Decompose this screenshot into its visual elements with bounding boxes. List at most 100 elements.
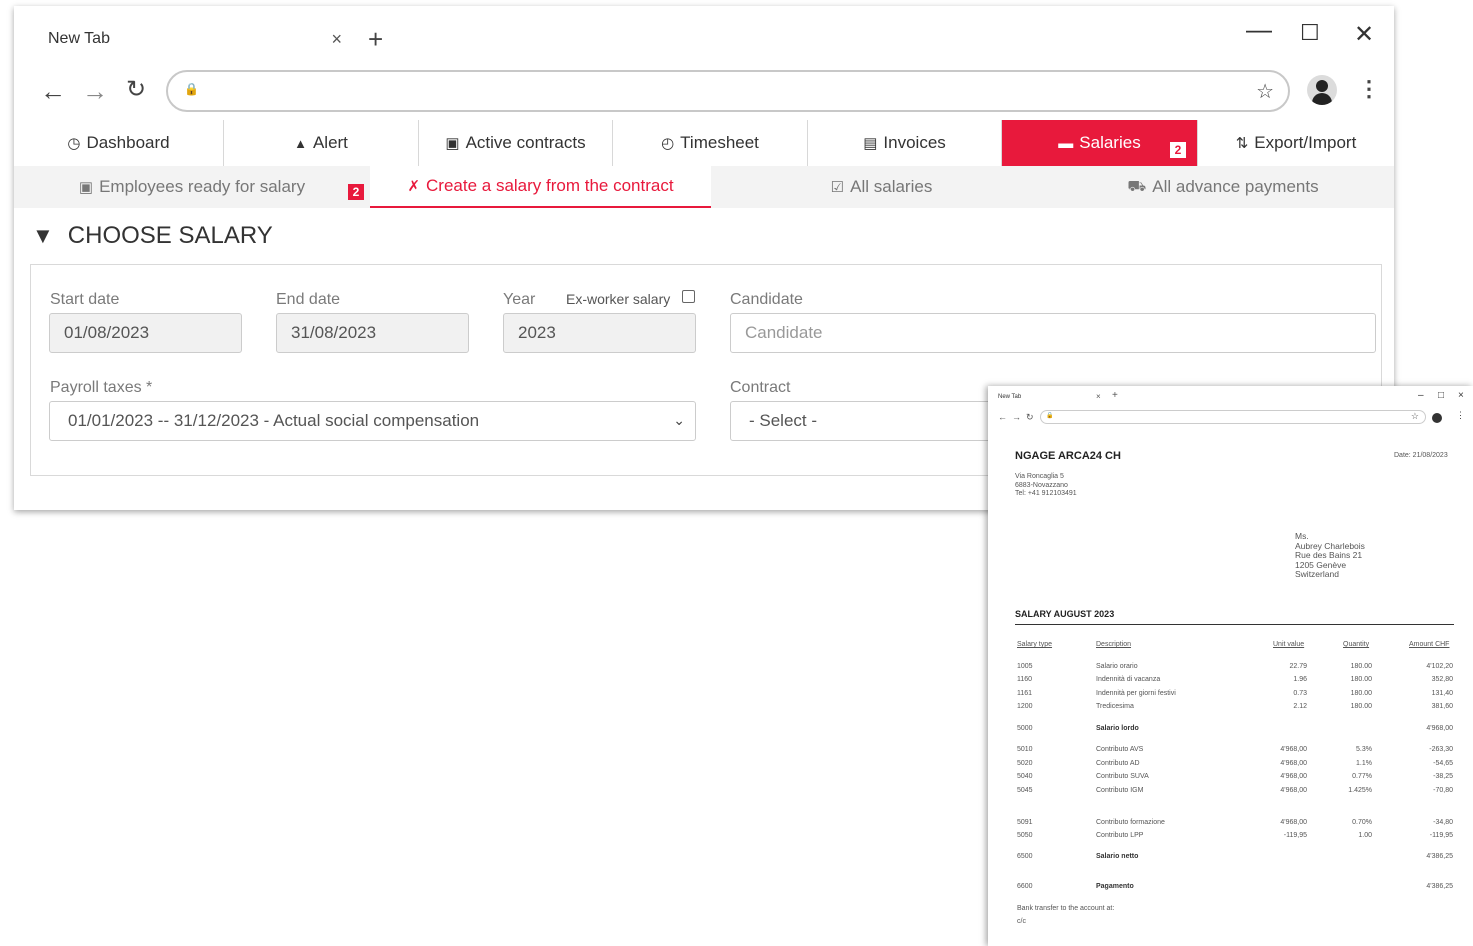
- bookmark-star-icon[interactable]: ☆: [1256, 79, 1274, 104]
- payroll-taxes-select[interactable]: 01/01/2023 -- 31/12/2023 - Actual social…: [49, 401, 696, 441]
- table-cell-amount: -34,80: [1433, 819, 1453, 826]
- address-bar[interactable]: 🔒 ☆: [166, 70, 1290, 112]
- contract-label: Contract: [730, 379, 791, 396]
- slip-forward-icon[interactable]: →: [1012, 412, 1021, 422]
- tab-create-salary[interactable]: ✗ Create a salary from the contract: [370, 166, 711, 208]
- back-arrow-icon[interactable]: ←: [40, 78, 66, 104]
- table-cell-unit: 4'968,00: [1280, 787, 1307, 794]
- minimize-button[interactable]: —: [1246, 14, 1272, 45]
- table-cell-type: 6500: [1017, 853, 1033, 860]
- start-date-label: Start date: [50, 291, 120, 308]
- table-cell-qty: 0.77%: [1352, 773, 1372, 780]
- table-cell-type: 5040: [1017, 773, 1033, 780]
- slip-avatar-icon[interactable]: [1432, 413, 1442, 423]
- table-cell-type: 5010: [1017, 746, 1033, 753]
- maximize-button[interactable]: ☐: [1300, 20, 1320, 46]
- nav-active-contracts[interactable]: ▣ Active contracts: [419, 120, 613, 166]
- table-cell-desc: Salario lordo: [1096, 725, 1139, 732]
- table-cell-type: 5020: [1017, 760, 1033, 767]
- year-input[interactable]: 2023: [503, 313, 696, 353]
- table-cell-desc: Contributo SUVA: [1096, 773, 1149, 780]
- tab-employees-ready[interactable]: ▣ Employees ready for salary 2: [14, 166, 370, 208]
- start-date-input[interactable]: 01/08/2023: [49, 313, 242, 353]
- table-cell-qty: 1.425%: [1348, 787, 1372, 794]
- nav-export-import[interactable]: ⇅ Export/Import: [1198, 120, 1394, 166]
- slip-star-icon[interactable]: ☆: [1411, 411, 1419, 422]
- payroll-taxes-label: Payroll taxes *: [50, 379, 153, 396]
- table-cell-amount: -119,95: [1429, 832, 1453, 839]
- lock-icon: 🔒: [184, 82, 199, 96]
- nav-salaries[interactable]: ▬ Salaries 2: [1002, 120, 1198, 166]
- tab-close-icon[interactable]: ×: [331, 29, 342, 50]
- nav-dashboard[interactable]: ◷ Dashboard: [14, 120, 224, 166]
- slip-tab-close-icon[interactable]: ×: [1096, 392, 1101, 401]
- table-cell-desc: Contributo IGM: [1096, 787, 1144, 794]
- table-cell-type: 1160: [1017, 676, 1033, 683]
- slip-back-icon[interactable]: ←: [998, 412, 1007, 422]
- tab-label: Create a salary from the contract: [426, 176, 674, 195]
- close-window-button[interactable]: ✕: [1354, 20, 1374, 49]
- slip-close-icon[interactable]: ×: [1458, 390, 1464, 401]
- slip-tab-title[interactable]: New Tab: [998, 394, 1021, 400]
- chevron-down-icon: ⌄: [673, 412, 685, 428]
- payroll-taxes-value: 01/01/2023 -- 31/12/2023 - Actual social…: [68, 411, 480, 430]
- new-tab-button[interactable]: +: [368, 24, 383, 55]
- tab-all-salaries[interactable]: ☑ All salaries: [711, 166, 1052, 208]
- nav-alert[interactable]: ▲ Alert: [224, 120, 419, 166]
- table-cell-desc: Contributo formazione: [1096, 819, 1165, 826]
- table-cell-qty: 1.00: [1358, 832, 1372, 839]
- nav-invoices[interactable]: ▤ Invoices: [808, 120, 1002, 166]
- slip-address-bar[interactable]: 🔒 ☆: [1040, 410, 1426, 424]
- table-cell-amount: 131,40: [1431, 690, 1453, 697]
- nav-label: Active contracts: [465, 133, 586, 152]
- recipient-line: Switzerland: [1295, 569, 1339, 579]
- table-cell-qty: 180.00: [1350, 690, 1372, 697]
- table-cell-desc: Pagamento: [1096, 883, 1134, 890]
- tab-all-advance-payments[interactable]: ⛟ All advance payments: [1052, 166, 1394, 208]
- table-cell-type: 5045: [1017, 787, 1033, 794]
- ex-worker-checkbox[interactable]: [682, 290, 695, 303]
- table-cell-desc: Contributo LPP: [1096, 832, 1144, 839]
- table-cell-unit: 4'968,00: [1280, 746, 1307, 753]
- nav-label: Dashboard: [86, 133, 170, 152]
- table-cell-qty: 0.70%: [1352, 819, 1372, 826]
- reload-icon[interactable]: ↻: [126, 78, 146, 102]
- address-line: Via Roncaglia 5: [1015, 473, 1064, 480]
- end-date-input[interactable]: 31/08/2023: [276, 313, 469, 353]
- slip-menu-icon[interactable]: ⋮: [1456, 410, 1465, 421]
- dashboard-icon: ◷: [67, 135, 81, 152]
- table-cell-amount: -54,65: [1433, 760, 1453, 767]
- table-cell-type: 1200: [1017, 703, 1033, 710]
- slip-minimize-icon[interactable]: –: [1418, 390, 1424, 401]
- table-cell-desc: Indennità di vacanza: [1096, 676, 1161, 683]
- nav-timesheet[interactable]: ◴ Timesheet: [613, 120, 808, 166]
- slip-lock-icon: 🔒: [1046, 413, 1054, 419]
- magic-wand-icon: ✗: [407, 178, 421, 195]
- forward-arrow-icon[interactable]: →: [82, 78, 108, 104]
- footer-bank: Bank transfer to the account at:: [1017, 905, 1115, 912]
- browser-menu-icon[interactable]: ⋮: [1358, 76, 1380, 102]
- table-cell-amount: 381,60: [1431, 703, 1453, 710]
- candidate-input[interactable]: Candidate: [730, 313, 1376, 353]
- nav-label: Invoices: [883, 133, 946, 152]
- slip-maximize-icon[interactable]: □: [1438, 390, 1444, 401]
- filter-icon: ▼: [32, 223, 54, 248]
- browser-tab[interactable]: New Tab ×: [24, 18, 356, 60]
- candidate-label: Candidate: [730, 291, 803, 308]
- table-cell-unit: -119,95: [1283, 832, 1307, 839]
- clock-icon: ◴: [661, 135, 675, 152]
- table-cell-unit: 1.96: [1293, 676, 1307, 683]
- tab-strip: New Tab × + — ☐ ✕: [14, 6, 1394, 68]
- table-cell-qty: 180.00: [1350, 703, 1372, 710]
- slip-title: SALARY AUGUST 2023: [1015, 609, 1115, 619]
- table-cell-amount: -38,25: [1433, 773, 1453, 780]
- table-cell-qty: 5.3%: [1356, 746, 1372, 753]
- briefcase-icon: ▣: [78, 179, 94, 196]
- sub-navigation: ▣ Employees ready for salary 2 ✗ Create …: [14, 166, 1394, 208]
- nav-label: Salaries: [1079, 133, 1141, 152]
- slip-new-tab-icon[interactable]: +: [1112, 390, 1118, 401]
- col-header-description: Description: [1096, 641, 1132, 648]
- briefcase-icon: ▣: [445, 135, 460, 152]
- profile-avatar-icon[interactable]: [1307, 75, 1337, 105]
- slip-reload-icon[interactable]: ↻: [1026, 412, 1034, 423]
